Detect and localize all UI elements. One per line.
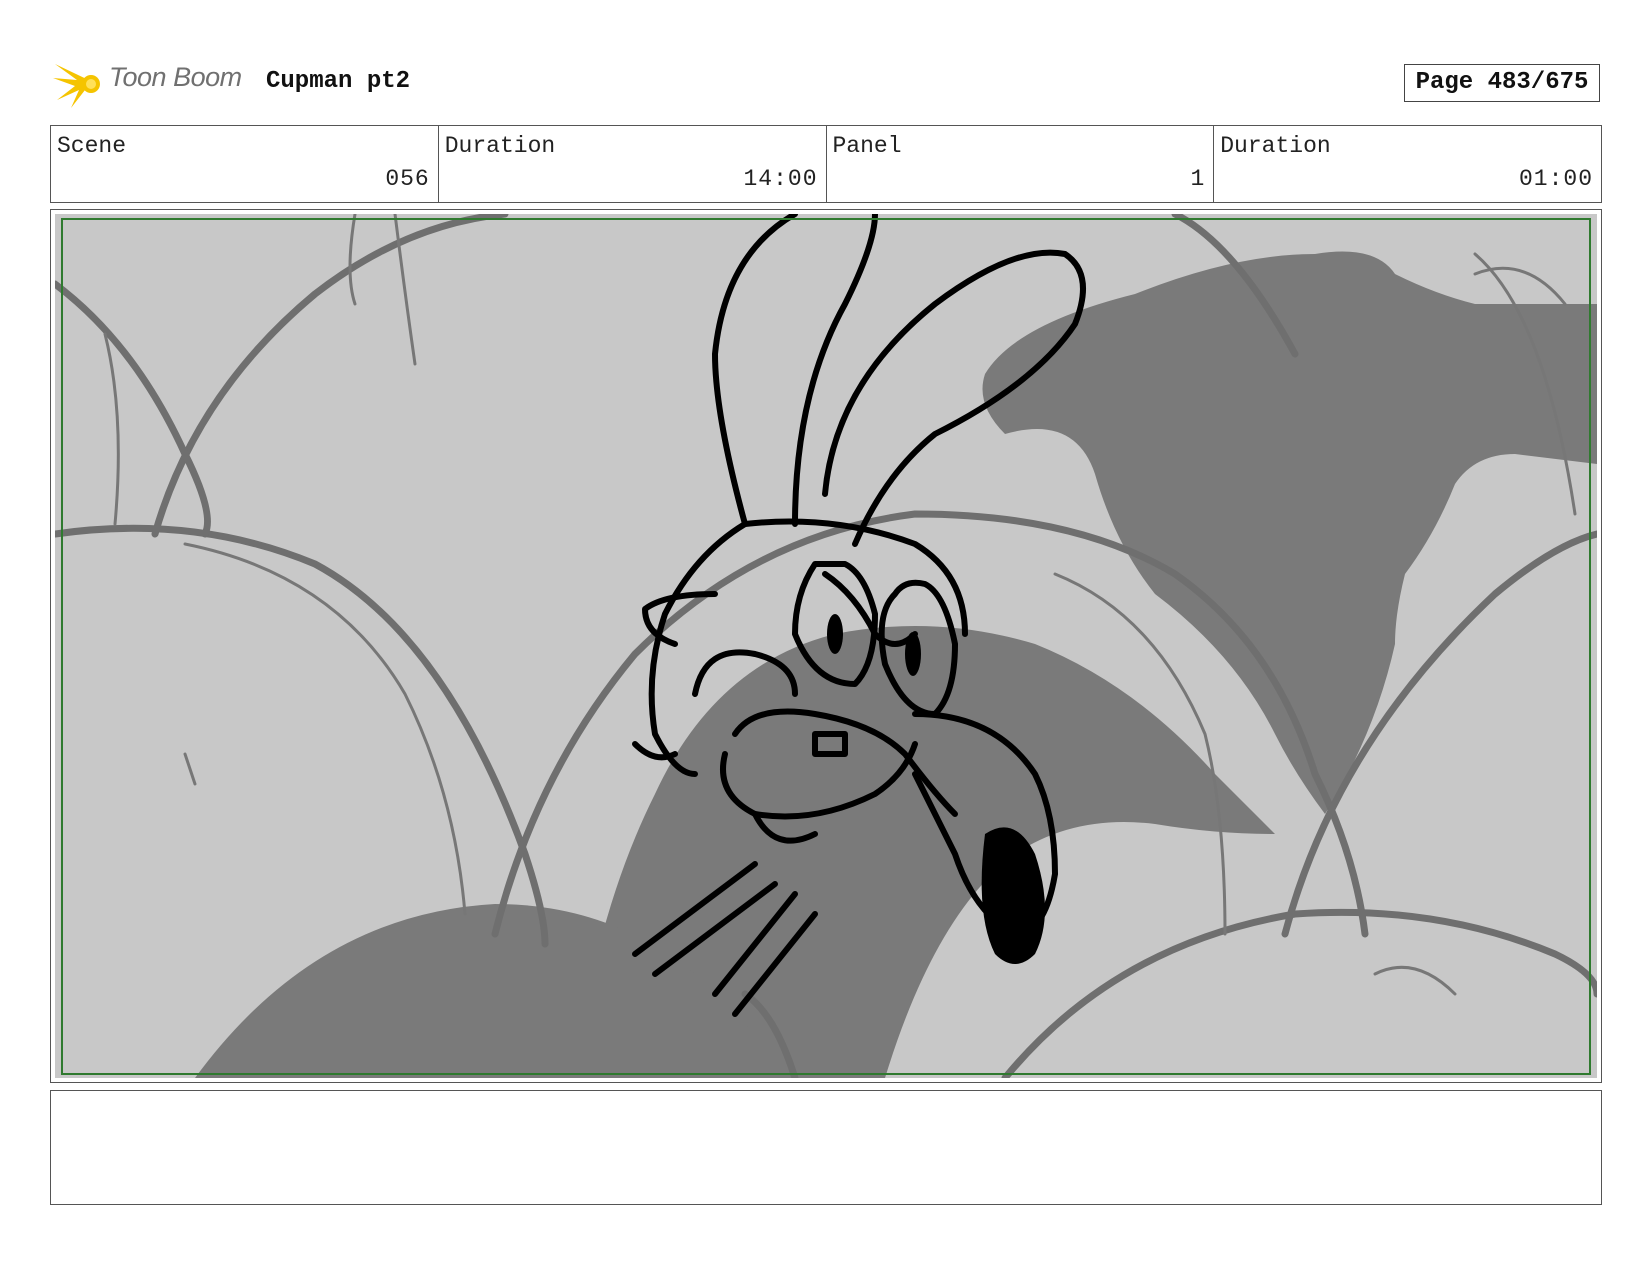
info-value: 056 <box>385 166 430 192</box>
info-label: Duration <box>1220 133 1331 159</box>
info-value: 01:00 <box>1518 166 1593 192</box>
info-cell-panel: Panel 1 <box>827 126 1215 202</box>
info-label: Scene <box>57 133 127 159</box>
toon-boom-logo: Toon Boom <box>53 56 253 112</box>
page-number: Page 483/675 <box>1404 64 1600 102</box>
starburst-logo-icon <box>53 64 100 108</box>
info-label: Panel <box>832 133 902 159</box>
scene-info-table: Scene 056 Duration 14:00 Panel 1 Duratio… <box>50 125 1602 203</box>
storyboard-panel <box>50 209 1602 1083</box>
logo-wordmark: Toon Boom <box>109 62 242 92</box>
panel-sketch-image <box>55 214 1597 1078</box>
info-label: Duration <box>444 133 556 159</box>
info-cell-panel-duration: Duration 01:00 <box>1214 126 1601 202</box>
info-cell-scene-duration: Duration 14:00 <box>439 126 827 202</box>
project-title: Cupman pt2 <box>266 68 411 95</box>
info-value: 14:00 <box>743 166 818 192</box>
info-value: 1 <box>1190 166 1206 192</box>
notes-box[interactable] <box>50 1090 1602 1205</box>
sketch-drawing <box>55 214 1597 1078</box>
info-cell-scene: Scene 056 <box>51 126 439 202</box>
